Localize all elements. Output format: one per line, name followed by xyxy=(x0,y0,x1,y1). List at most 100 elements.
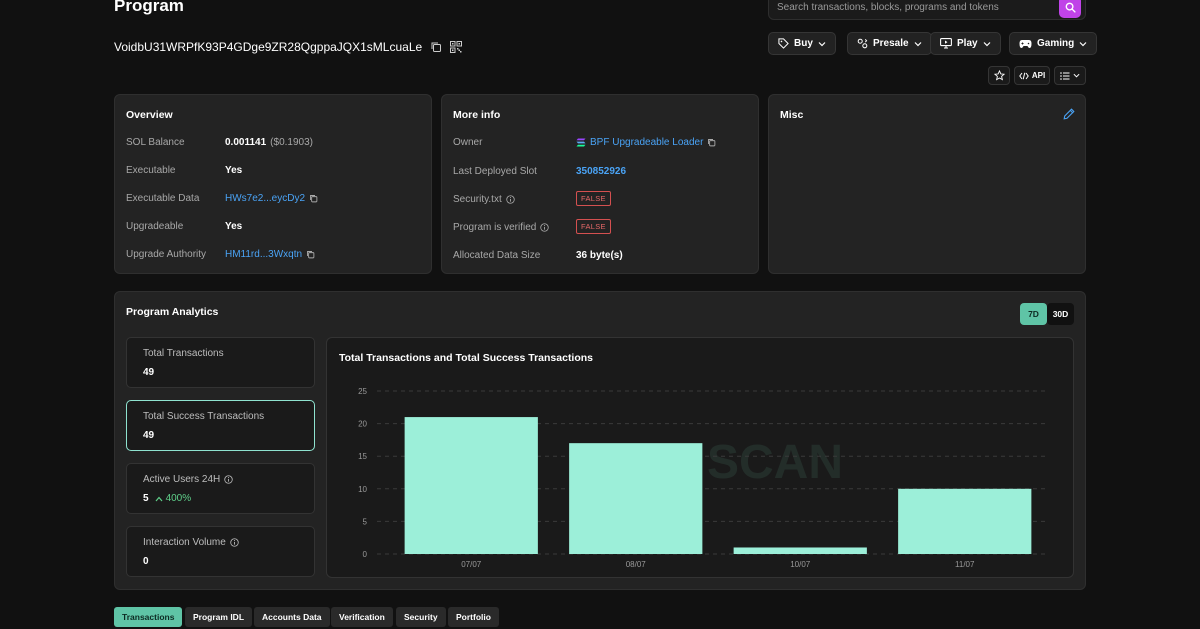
list-icon xyxy=(1060,71,1070,80)
star-icon xyxy=(993,70,1005,81)
presale-icon xyxy=(857,38,868,49)
total-transactions-card[interactable]: Total Transactions 49 xyxy=(126,337,315,388)
security-false-badge: FALSE xyxy=(576,191,611,206)
active-users-value: 5 xyxy=(143,493,149,504)
copy-icon[interactable] xyxy=(309,194,318,203)
list-menu-button[interactable] xyxy=(1054,66,1086,85)
edit-icon[interactable] xyxy=(1063,108,1075,120)
range-7d-button[interactable]: 7D xyxy=(1020,303,1047,325)
executable-data-label: Executable Data xyxy=(126,193,200,204)
active-users-card[interactable]: Active Users 24H 5 400% xyxy=(126,463,315,514)
owner-label: Owner xyxy=(453,137,483,148)
range-30d-button[interactable]: 30D xyxy=(1047,303,1074,325)
owner-value: BPF Upgradeable Loader xyxy=(576,137,716,148)
solana-icon xyxy=(576,138,586,147)
page-title: Program xyxy=(114,0,184,15)
sol-balance-label: SOL Balance xyxy=(126,137,185,148)
last-slot-link[interactable]: 350852926 xyxy=(576,166,626,177)
security-value: FALSE xyxy=(576,191,611,206)
chevron-up-icon xyxy=(155,496,163,501)
active-users-change: 400% xyxy=(155,493,191,504)
interaction-volume-card[interactable]: Interaction Volume 0 xyxy=(126,526,315,577)
tab-accounts-data[interactable]: Accounts Data xyxy=(254,607,330,627)
chevron-down-icon xyxy=(818,41,826,46)
misc-title: Misc xyxy=(780,109,804,121)
qr-code-icon[interactable] xyxy=(450,41,463,53)
owner-link[interactable]: BPF Upgradeable Loader xyxy=(590,137,703,148)
overview-card: Overview SOL Balance 0.001141 ($0.1903) … xyxy=(114,94,432,274)
transactions-bar-chart: Total Transactions and Total Success Tra… xyxy=(339,352,1047,569)
info-icon[interactable] xyxy=(506,195,515,204)
x-tick-label: 10/07 xyxy=(790,560,811,569)
active-users-label-row: Active Users 24H xyxy=(143,474,233,485)
y-tick-label: 10 xyxy=(358,485,367,494)
chevron-down-icon xyxy=(1079,41,1087,46)
misc-card: Misc xyxy=(768,94,1086,274)
interaction-label: Interaction Volume xyxy=(143,537,226,548)
api-button[interactable]: API xyxy=(1014,66,1050,85)
y-tick-label: 25 xyxy=(358,387,367,396)
buy-button[interactable]: Buy xyxy=(768,32,836,55)
verified-label: Program is verified xyxy=(453,222,537,233)
data-size-label: Allocated Data Size xyxy=(453,250,541,261)
tag-icon xyxy=(778,38,789,49)
total-success-transactions-card[interactable]: Total Success Transactions 49 xyxy=(126,400,315,451)
tab-program-idl[interactable]: Program IDL xyxy=(185,607,253,627)
info-icon[interactable] xyxy=(540,223,550,232)
executable-data-link[interactable]: HWs7e2...eycDy2 xyxy=(225,193,305,204)
monitor-icon xyxy=(940,38,952,49)
y-tick-label: 0 xyxy=(363,550,368,559)
search-input[interactable] xyxy=(777,0,1047,15)
total-transactions-value: 49 xyxy=(143,367,155,378)
verified-label-row: Program is verified xyxy=(453,222,550,233)
total-success-value: 49 xyxy=(143,430,155,441)
security-label: Security.txt xyxy=(453,194,502,205)
gaming-label: Gaming xyxy=(1037,38,1075,49)
chart-bar[interactable] xyxy=(404,417,538,554)
active-users-label: Active Users 24H xyxy=(143,474,221,485)
search-button[interactable] xyxy=(1059,0,1081,18)
favorite-button[interactable] xyxy=(988,66,1010,85)
interaction-value: 0 xyxy=(143,556,149,567)
copy-icon[interactable] xyxy=(430,41,442,53)
tab-transactions[interactable]: Transactions xyxy=(114,607,183,627)
play-button[interactable]: Play xyxy=(930,32,1001,55)
active-users-value-row: 5 400% xyxy=(143,493,191,504)
executable-data-value: HWs7e2...eycDy2 xyxy=(225,193,318,204)
tab-security[interactable]: Security xyxy=(396,607,446,627)
presale-button[interactable]: Presale xyxy=(847,32,932,55)
chart-bar[interactable] xyxy=(898,488,1032,554)
executable-label: Executable xyxy=(126,165,176,176)
upgrade-authority-link[interactable]: HM11rd...3Wxqtn xyxy=(225,249,302,260)
more-info-title: More info xyxy=(453,109,501,121)
chart-title: Total Transactions and Total Success Tra… xyxy=(339,352,593,364)
copy-icon[interactable] xyxy=(306,250,315,259)
buy-label: Buy xyxy=(794,38,813,49)
upgradeable-value: Yes xyxy=(225,221,243,232)
program-address-row: VoidbU31WRPfK93P4GDge9ZR28QgppaJQX1sMLcu… xyxy=(114,40,463,54)
data-size-value: 36 byte(s) xyxy=(576,250,623,261)
sol-balance-value: 0.001141 ($0.1903) xyxy=(225,137,313,148)
y-tick-label: 5 xyxy=(363,517,368,526)
tab-verification[interactable]: Verification xyxy=(331,607,393,627)
chart-card: Total Transactions and Total Success Tra… xyxy=(326,337,1074,578)
info-icon[interactable] xyxy=(230,538,239,547)
executable-value: Yes xyxy=(225,165,243,176)
tab-portfolio[interactable]: Portfolio xyxy=(448,607,499,627)
chart-bar[interactable] xyxy=(569,443,703,554)
interaction-label-row: Interaction Volume xyxy=(143,537,239,548)
y-tick-label: 20 xyxy=(358,420,367,429)
gaming-button[interactable]: Gaming xyxy=(1009,32,1098,55)
info-icon[interactable] xyxy=(224,475,233,484)
upgradeable-label: Upgradeable xyxy=(126,221,184,232)
copy-icon[interactable] xyxy=(707,138,716,147)
analytics-title: Program Analytics xyxy=(126,306,219,318)
sol-balance-amount: 0.001141 xyxy=(225,137,267,148)
security-label-row: Security.txt xyxy=(453,194,515,205)
gamepad-icon xyxy=(1019,39,1032,48)
search-box[interactable] xyxy=(768,0,1086,20)
sol-balance-usd: ($0.1903) xyxy=(270,137,313,148)
api-label: API xyxy=(1031,71,1046,80)
x-tick-label: 11/07 xyxy=(955,560,975,569)
chart-bar[interactable] xyxy=(733,547,867,554)
